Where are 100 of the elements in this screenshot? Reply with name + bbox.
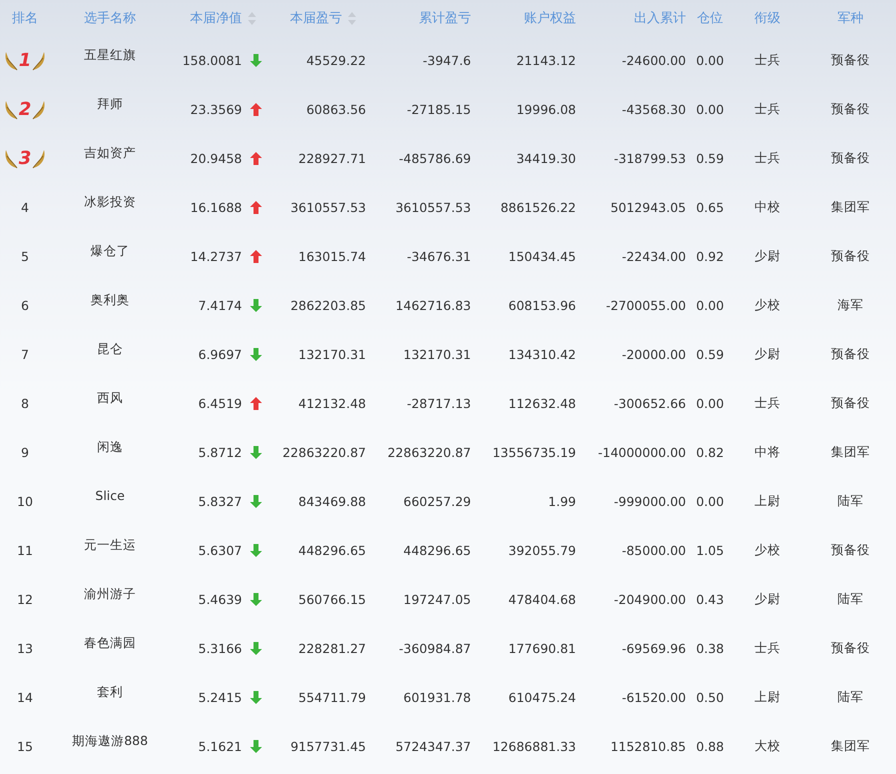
table-cell: 60863.56 xyxy=(306,102,366,117)
table-cell: 预备役 xyxy=(831,248,870,265)
table-cell: 843469.88 xyxy=(298,494,366,509)
table-cell: 3610557.53 xyxy=(395,200,471,215)
table-cell: 1.99 xyxy=(548,494,576,509)
table-cell: 12686881.33 xyxy=(492,739,576,754)
rank-number: 13 xyxy=(17,641,33,656)
rank-number: 10 xyxy=(17,494,33,509)
table-cell: 22863220.87 xyxy=(387,445,471,460)
table-cell: -318799.53 xyxy=(614,151,686,166)
table-cell: 13556735.19 xyxy=(492,445,576,460)
table-cell: 112632.48 xyxy=(508,396,576,411)
table-cell: 610475.24 xyxy=(508,690,576,705)
table-cell: 士兵 xyxy=(754,52,780,69)
table-cell: 448296.65 xyxy=(298,543,366,558)
table-cell: 预备役 xyxy=(831,640,870,657)
sort-icon[interactable] xyxy=(248,12,256,24)
rank-number: 12 xyxy=(17,592,33,607)
table-cell: 2862203.85 xyxy=(290,298,366,313)
rank-number: 6 xyxy=(21,298,29,313)
table-cell: 22863220.87 xyxy=(282,445,366,460)
table-cell: 0.92 xyxy=(696,249,724,264)
net-value: 6.4519 xyxy=(198,396,242,411)
table-cell: 陆军 xyxy=(838,493,864,510)
table-cell: 45529.22 xyxy=(306,53,366,68)
rank-number: 8 xyxy=(21,396,29,411)
net-value: 5.4639 xyxy=(198,592,242,607)
player-name: 西风 xyxy=(97,390,123,407)
table-cell: 197247.05 xyxy=(403,592,471,607)
table-cell: 少尉 xyxy=(754,346,780,363)
table-cell: -85000.00 xyxy=(622,543,686,558)
table-cell: 560766.15 xyxy=(298,592,366,607)
table-cell: 1.05 xyxy=(696,543,724,558)
table-cell: 上尉 xyxy=(754,689,780,706)
table-cell: 0.00 xyxy=(696,298,724,313)
table-cell: 少尉 xyxy=(754,591,780,608)
table-cell: 士兵 xyxy=(754,150,780,167)
column-header: 累计盈亏 xyxy=(419,10,471,27)
table-cell: 集团军 xyxy=(831,738,870,755)
net-value: 158.0081 xyxy=(182,53,242,68)
table-cell: 陆军 xyxy=(838,689,864,706)
net-value: 7.4174 xyxy=(198,298,242,313)
table-cell: 601931.78 xyxy=(403,690,471,705)
sort-icon[interactable] xyxy=(348,12,356,24)
rank-number: 14 xyxy=(17,690,33,705)
table-cell: 预备役 xyxy=(831,52,870,69)
table-cell: 中将 xyxy=(754,444,780,461)
table-cell: 132170.31 xyxy=(298,347,366,362)
table-cell: 34419.30 xyxy=(516,151,576,166)
table-cell: 0.82 xyxy=(696,445,724,460)
table-cell: 392055.79 xyxy=(508,543,576,558)
table-cell: 0.00 xyxy=(696,396,724,411)
table-cell: 士兵 xyxy=(754,640,780,657)
table-cell: -3947.6 xyxy=(422,53,471,68)
table-cell: 5724347.37 xyxy=(395,739,471,754)
table-cell: 0.65 xyxy=(696,200,724,215)
table-cell: 8861526.22 xyxy=(500,200,576,215)
table-cell: 163015.74 xyxy=(298,249,366,264)
player-name: 五星红旗 xyxy=(84,47,136,64)
table-cell: 预备役 xyxy=(831,542,870,559)
table-cell: 19996.08 xyxy=(516,102,576,117)
net-value: 6.9697 xyxy=(198,347,242,362)
table-cell: -28717.13 xyxy=(406,396,471,411)
player-name: 春色满园 xyxy=(84,635,136,652)
table-cell: -34676.31 xyxy=(406,249,471,264)
column-header[interactable]: 本届盈亏 xyxy=(290,9,342,27)
player-name: 拜师 xyxy=(97,96,123,113)
table-cell: 0.38 xyxy=(696,641,724,656)
player-name: 元一生运 xyxy=(84,537,136,554)
net-value: 5.6307 xyxy=(198,543,242,558)
rank-number: 7 xyxy=(21,347,29,362)
column-header: 排名 xyxy=(12,10,38,27)
table-cell: -20000.00 xyxy=(622,347,686,362)
rank-number: 4 xyxy=(21,200,29,215)
table-cell: 海军 xyxy=(838,297,864,314)
table-cell: 集团军 xyxy=(831,444,870,461)
column-header[interactable]: 本届净值 xyxy=(190,9,242,27)
table-cell: -22434.00 xyxy=(622,249,686,264)
player-name: 套利 xyxy=(97,684,123,701)
table-cell: -485786.69 xyxy=(398,151,471,166)
table-cell: 集团军 xyxy=(831,199,870,216)
rank-number: 9 xyxy=(21,445,29,460)
table-cell: 士兵 xyxy=(754,101,780,118)
table-cell: 0.88 xyxy=(696,739,724,754)
table-cell: 608153.96 xyxy=(508,298,576,313)
table-cell: 0.00 xyxy=(696,494,724,509)
table-cell: 0.59 xyxy=(696,347,724,362)
table-cell: 554711.79 xyxy=(298,690,366,705)
net-value: 23.3569 xyxy=(190,102,242,117)
net-value: 14.2737 xyxy=(190,249,242,264)
table-cell: -300652.66 xyxy=(614,396,686,411)
table-cell: 228927.71 xyxy=(298,151,366,166)
table-cell: 0.50 xyxy=(696,690,724,705)
table-cell: -43568.30 xyxy=(622,102,686,117)
column-header: 衔级 xyxy=(754,10,780,27)
table-cell: 大校 xyxy=(754,738,780,755)
table-cell: -69569.96 xyxy=(622,641,686,656)
table-cell: -27185.15 xyxy=(406,102,471,117)
player-name: 闲逸 xyxy=(97,439,123,456)
table-cell: 1152810.85 xyxy=(610,739,686,754)
